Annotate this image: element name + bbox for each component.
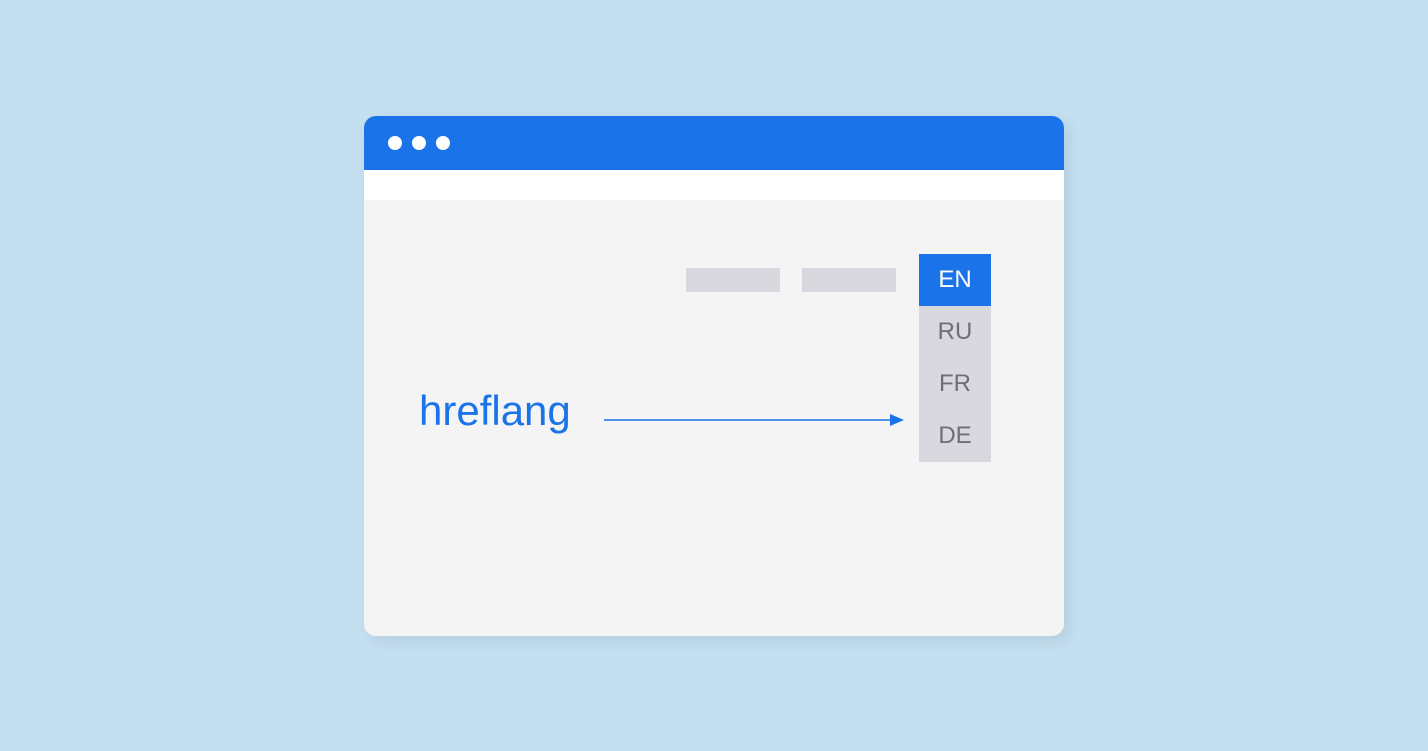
window-title-bar [364,116,1064,170]
content-area: EN RU FR DE hreflang [364,200,1064,636]
window-control-dot[interactable] [412,136,426,150]
nav-placeholder [686,268,780,292]
arrow-icon [604,405,904,435]
window-control-dot[interactable] [436,136,450,150]
url-bar [364,170,1064,200]
language-option-ru[interactable]: RU [919,306,991,358]
hreflang-label: hreflang [419,387,571,435]
language-option-en[interactable]: EN [919,254,991,306]
window-control-dot[interactable] [388,136,402,150]
language-dropdown[interactable]: EN RU FR DE [919,254,991,462]
language-option-fr[interactable]: FR [919,358,991,410]
nav-placeholder [802,268,896,292]
language-option-de[interactable]: DE [919,410,991,462]
browser-window: EN RU FR DE hreflang [364,116,1064,636]
